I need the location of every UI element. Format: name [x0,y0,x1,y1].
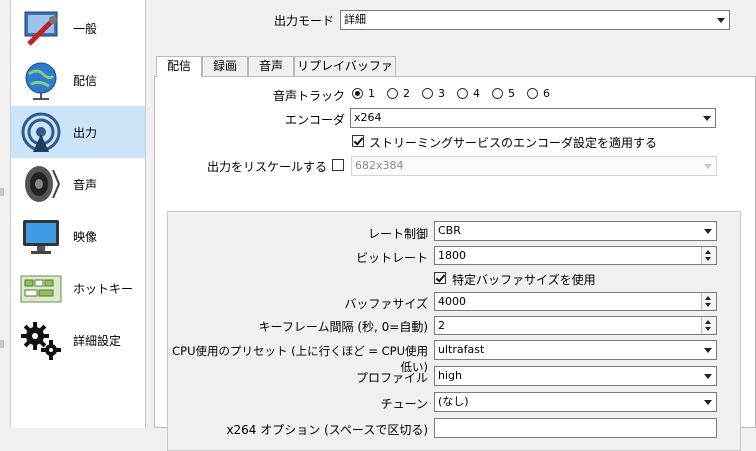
apply-service-settings-checkbox[interactable] [352,135,364,147]
keyframe-label: キーフレーム間隔 (秒, 0=自動) [258,320,428,334]
output-mode-bar: 出力モード 詳細 [154,0,756,48]
keyframe-spinbox[interactable]: 2 [434,316,717,335]
wrench-icon [15,2,67,54]
audio-track-option: 6 [543,87,550,100]
edge-tick [0,340,4,348]
sidebar-item-general[interactable]: 一般 [11,2,145,54]
tune-value: (なし) [438,395,469,408]
rate-control-value: CBR [438,224,461,237]
gears-icon [15,314,67,366]
sidebar-item-video[interactable]: 映像 [11,210,145,262]
bitrate-label: ビットレート [355,251,428,265]
tab-streaming[interactable]: 配信 [156,56,202,77]
audio-track-label: 音声トラック [272,89,345,103]
spin-up-icon [705,320,711,324]
custom-buffer-label: 特定バッファサイズを使用 [452,273,596,287]
globe-icon [15,54,67,106]
audio-track-option: 1 [368,87,375,100]
buffer-size-label: バッファサイズ [344,297,428,311]
audio-track-radio-3[interactable] [422,88,433,99]
streaming-panel: 音声トラック 1 2 3 4 5 6 エンコーダ x264 ストリーミングサービ… [154,76,756,451]
encoder-value: x264 [354,111,382,124]
rescale-resolution-select[interactable]: 682x384 [351,156,717,176]
chevron-down-icon [717,18,725,23]
bitrate-value: 1800 [438,249,466,262]
profile-label: プロファイル [355,371,428,385]
chevron-down-icon [704,348,712,353]
sidebar-item-hotkeys[interactable]: ホットキー [11,262,145,314]
sidebar-item-label: 映像 [73,229,98,244]
spin-buttons[interactable] [701,293,716,310]
spin-up-icon [705,296,711,300]
chevron-down-icon [704,229,712,234]
tab-replay-buffer[interactable]: リプレイバッファー [294,56,396,92]
encoder-settings-group: レート制御 CBR ビットレート 1800 特定バッファサイズを使用 バッファサ… [167,211,741,451]
rescale-label: 出力をリスケールする [206,160,327,174]
custom-buffer-checkbox[interactable] [434,272,446,284]
rate-control-label: レート制御 [367,227,428,241]
speaker-icon [15,158,67,210]
profile-select[interactable]: high [434,366,717,386]
settings-sidebar: 一般 配信 出力 音声 映像 ホットキー 詳細設定 [11,0,146,428]
sidebar-item-advanced[interactable]: 詳細設定 [11,314,145,366]
tab-audio[interactable]: 音声 [248,56,294,76]
buffer-size-spinbox[interactable]: 4000 [434,292,717,311]
tune-label: チューン [380,397,428,411]
buffer-size-value: 4000 [438,295,466,308]
sidebar-item-stream[interactable]: 配信 [11,54,145,106]
rescale-checkbox[interactable] [332,159,344,171]
spin-buttons[interactable] [701,317,716,334]
output-tabs: 配信 録画 音声 リプレイバッファー 音声トラック 1 2 3 4 5 6 エン… [154,56,756,451]
audio-track-option: 5 [508,87,515,100]
profile-value: high [438,369,462,382]
sidebar-item-label: 音声 [73,177,98,192]
rescale-value: 682x384 [355,159,404,172]
chevron-down-icon [703,116,711,121]
sidebar-item-audio[interactable]: 音声 [11,158,145,210]
divider [146,0,154,428]
chevron-down-icon [704,164,712,169]
spin-buttons[interactable] [701,247,716,264]
audio-track-option: 3 [438,87,445,100]
window-edge [0,0,11,428]
edge-tick [0,188,4,196]
bitrate-spinbox[interactable]: 1800 [434,246,717,265]
broadcast-icon [15,106,67,158]
keyboard-icon [15,262,67,314]
tab-recording[interactable]: 録画 [202,56,248,76]
audio-track-radio-4[interactable] [457,88,468,99]
spin-up-icon [705,250,711,254]
audio-track-option: 4 [473,87,480,100]
apply-service-settings-label: ストリーミングサービスのエンコーダ設定を適用する [369,136,658,150]
spin-down-icon [705,257,711,261]
sidebar-item-label: 配信 [73,73,98,88]
encoder-label: エンコーダ [284,113,345,127]
sidebar-item-output[interactable]: 出力 [11,106,145,158]
audio-track-option: 2 [403,87,410,100]
sidebar-item-label: 出力 [73,125,98,140]
monitor-icon [15,210,67,262]
chevron-down-icon [704,400,712,405]
output-mode-value: 詳細 [344,13,366,26]
sidebar-item-label: 詳細設定 [73,333,122,348]
keyframe-value: 2 [438,319,445,332]
x264-options-input[interactable] [434,418,717,438]
audio-track-radio-6[interactable] [527,88,538,99]
encoder-select[interactable]: x264 [350,108,716,128]
tune-select[interactable]: (なし) [434,392,717,412]
output-mode-label: 出力モード [273,14,334,28]
audio-track-radio-5[interactable] [492,88,503,99]
sidebar-item-label: 一般 [73,21,98,36]
spin-down-icon [705,327,711,331]
sidebar-item-label: ホットキー [73,281,134,296]
output-mode-select[interactable]: 詳細 [340,10,730,30]
audio-track-radio-2[interactable] [387,88,398,99]
x264-options-label: x264 オプション (スペースで区切る) [226,423,428,437]
preset-select[interactable]: ultrafast [434,340,717,360]
preset-value: ultrafast [438,343,485,356]
chevron-down-icon [704,374,712,379]
spin-down-icon [705,303,711,307]
rate-control-select[interactable]: CBR [434,221,717,241]
audio-track-radio-1[interactable] [352,88,363,99]
